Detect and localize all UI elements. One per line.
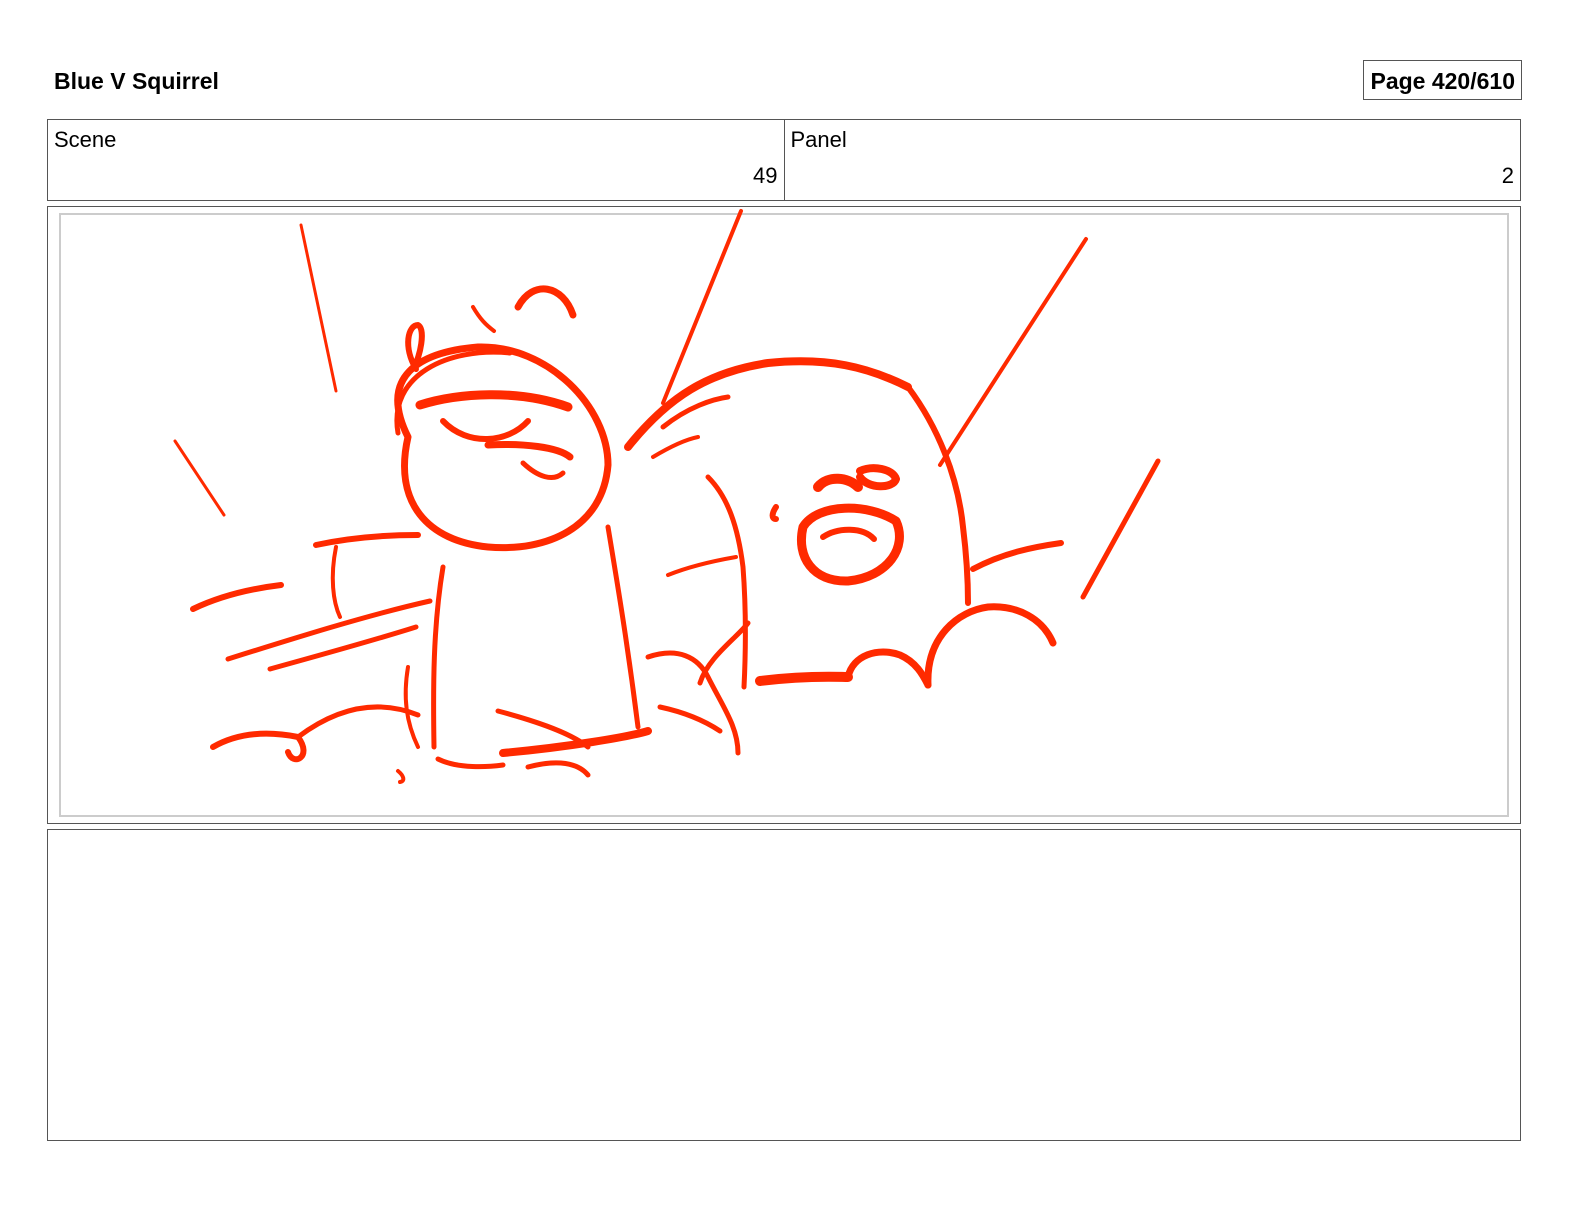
scene-panel-info-table: Scene 49 Panel 2 xyxy=(47,119,1521,201)
storyboard-sketch-drawing xyxy=(173,209,1161,784)
panel-cell: Panel 2 xyxy=(783,120,1521,200)
scene-label: Scene xyxy=(54,127,117,152)
page-counter: Page 420/610 xyxy=(1363,60,1522,100)
storyboard-frame xyxy=(47,206,1521,824)
scene-value: 49 xyxy=(753,163,778,188)
notes-box xyxy=(47,829,1521,1141)
panel-value: 2 xyxy=(1501,163,1514,188)
project-title: Blue V Squirrel xyxy=(54,68,219,94)
scene-cell: Scene 49 xyxy=(48,120,784,200)
panel-label: Panel xyxy=(790,127,847,152)
